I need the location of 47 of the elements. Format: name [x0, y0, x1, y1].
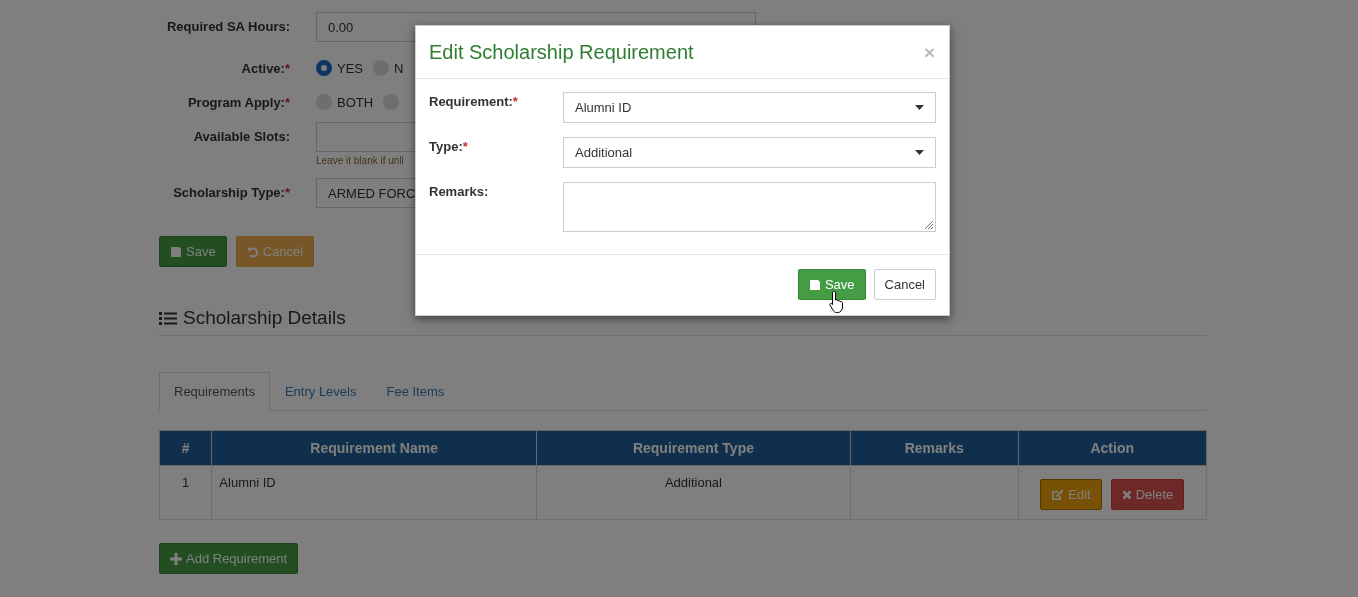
field-label: Program Apply:*	[186, 94, 291, 110]
resize-grip-icon	[924, 220, 934, 230]
field-label: Available Slots:	[192, 128, 291, 144]
save-icon	[170, 245, 182, 258]
modal-title: Edit Scholarship Requirement	[429, 41, 694, 64]
cancel-button[interactable]: Cancel	[235, 236, 315, 267]
edit-button[interactable]: Edit	[1040, 479, 1102, 510]
save-button[interactable]: Save	[797, 269, 866, 300]
column-header: Requirement Name	[211, 430, 537, 466]
list-icon	[159, 310, 177, 326]
field-label: Type:*	[429, 138, 469, 156]
field-label: Active:*	[240, 60, 291, 76]
cancel-button[interactable]: Cancel	[873, 269, 936, 300]
plus-icon	[170, 552, 182, 565]
section-title: Scholarship Details	[183, 307, 346, 329]
radio-label: YES	[337, 60, 363, 76]
edit-icon	[1051, 488, 1065, 501]
select-field[interactable]: Alumni ID	[563, 92, 936, 123]
tab[interactable]: Entry Levels	[269, 372, 372, 411]
column-header: Requirement Type	[536, 430, 851, 466]
help-text: Leave it blank if unli	[316, 155, 405, 166]
column-header: #	[159, 430, 212, 466]
table-cell: 1	[159, 465, 212, 520]
tab[interactable]: Fee Items	[371, 372, 460, 411]
column-header: Action	[1018, 430, 1207, 466]
field-label: Requirement:*	[429, 93, 519, 111]
undo-icon	[246, 245, 259, 258]
table-cell: Additional	[536, 465, 851, 520]
remarks-textarea[interactable]	[563, 182, 936, 232]
radio-label: N	[394, 60, 404, 76]
close-button[interactable]: ×	[923, 41, 935, 64]
caret-icon	[915, 150, 924, 155]
field-label: Required SA Hours:	[165, 18, 291, 34]
x-icon	[1121, 489, 1132, 500]
field-label: Remarks:	[429, 183, 490, 201]
caret-icon	[915, 105, 924, 110]
column-header: Remarks	[850, 430, 1018, 466]
save-icon	[808, 278, 821, 291]
save-button[interactable]: Save	[159, 236, 227, 267]
tab[interactable]: Requirements	[159, 372, 270, 411]
radio-button[interactable]	[316, 60, 332, 76]
field-label: Scholarship Type:*	[172, 184, 291, 200]
delete-button[interactable]: Delete	[1110, 479, 1185, 510]
radio-label: BOTH	[337, 94, 374, 110]
select-field[interactable]: Additional	[563, 137, 936, 168]
add-requirement-button[interactable]: Add Requirement	[159, 543, 299, 574]
table-cell: Alumni ID	[211, 465, 537, 520]
